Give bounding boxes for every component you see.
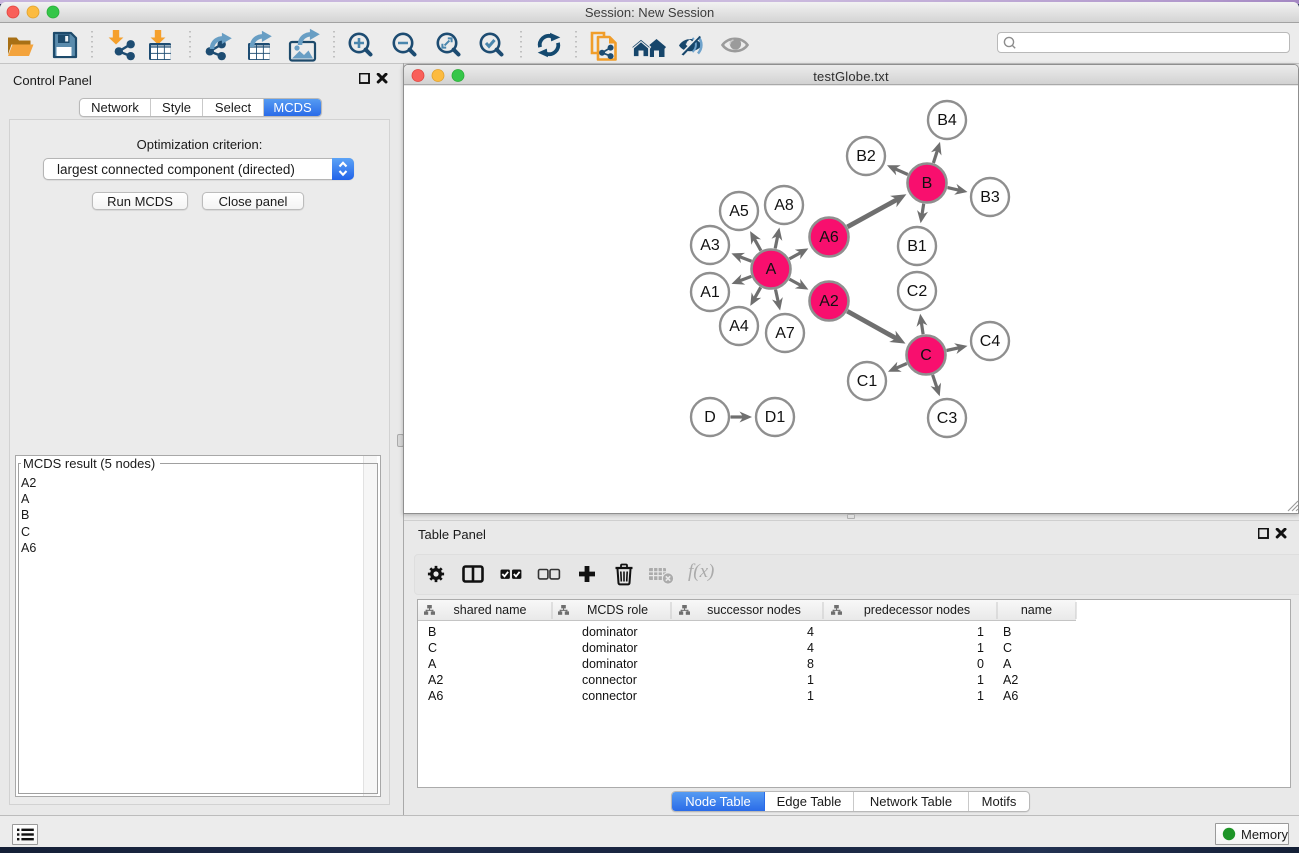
svg-text:A2: A2	[819, 293, 839, 310]
svg-text:C3: C3	[937, 410, 958, 427]
svg-text:A6: A6	[819, 229, 839, 246]
svg-text:A4: A4	[729, 318, 749, 335]
svg-text:C: C	[920, 347, 932, 364]
svg-text:D1: D1	[765, 409, 786, 426]
svg-text:B3: B3	[980, 189, 1000, 206]
svg-text:B1: B1	[907, 238, 927, 255]
svg-text:D: D	[704, 409, 716, 426]
svg-text:A3: A3	[700, 237, 720, 254]
svg-text:A1: A1	[700, 284, 720, 301]
svg-text:B2: B2	[856, 148, 876, 165]
svg-text:B4: B4	[937, 112, 957, 129]
svg-text:B: B	[922, 175, 933, 192]
svg-text:A5: A5	[729, 203, 749, 220]
svg-text:C2: C2	[907, 283, 928, 300]
svg-text:C1: C1	[857, 373, 878, 390]
svg-text:A8: A8	[774, 197, 794, 214]
svg-text:A7: A7	[775, 325, 795, 342]
svg-text:C4: C4	[980, 333, 1001, 350]
svg-text:A: A	[766, 261, 777, 278]
